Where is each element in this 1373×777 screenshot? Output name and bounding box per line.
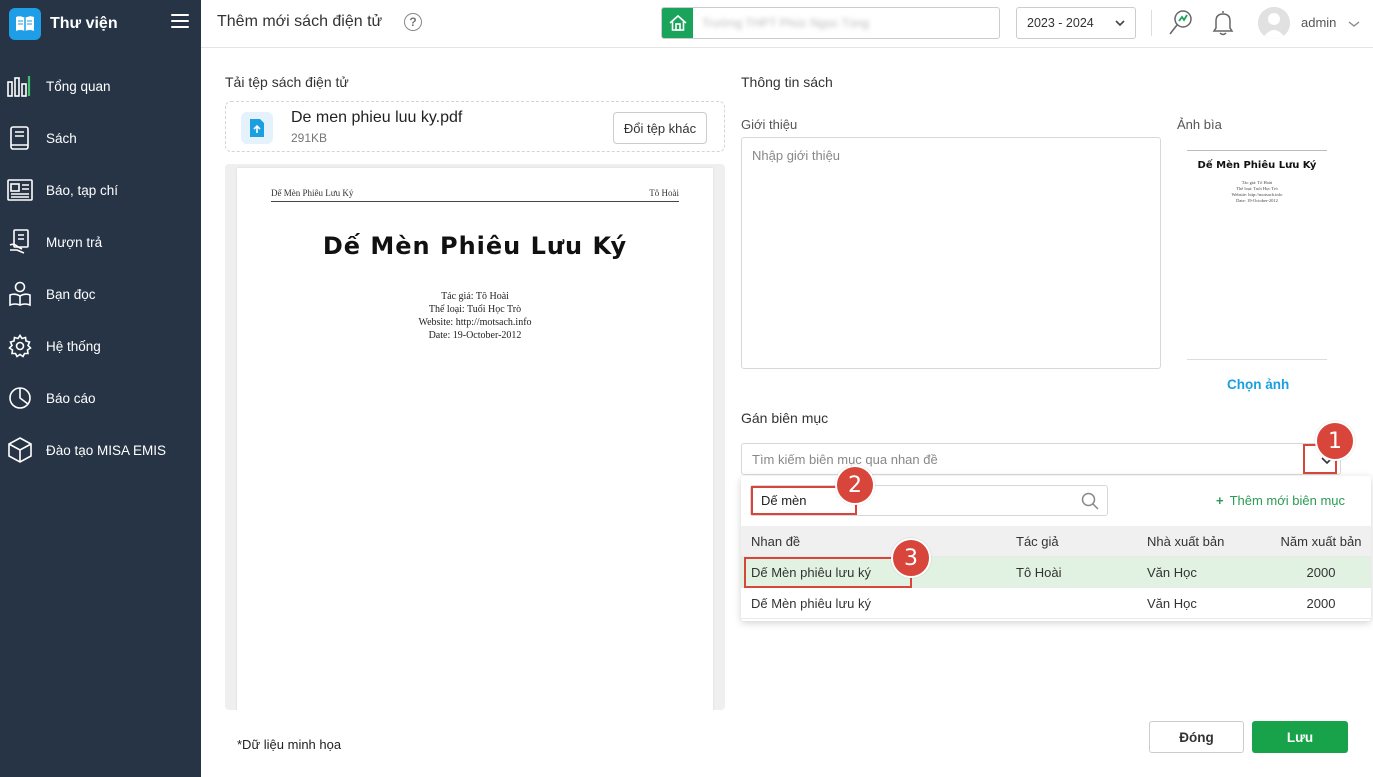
sidebar-item-reports[interactable]: Báo cáo: [0, 372, 201, 424]
top-header: Thêm mới sách điện tử ? Trường THPT Phúc…: [201, 0, 1373, 48]
borrow-icon: [7, 229, 33, 255]
pdf-running-author: Tô Hoài: [649, 188, 679, 198]
col-author: Tác giả: [1016, 534, 1059, 549]
help-icon[interactable]: ?: [404, 13, 422, 31]
uploaded-file-card: De men phieu luu ky.pdf 291KB Đổi tệp kh…: [225, 101, 725, 152]
school-home-icon: [662, 8, 693, 38]
illustration-note: *Dữ liệu minh họa: [237, 737, 342, 752]
catalog-search-select[interactable]: Tìm kiếm biên mục qua nhan đề: [741, 443, 1341, 475]
file-name: De men phieu luu ky.pdf: [291, 109, 463, 126]
annotation-badge-1: 1: [1315, 421, 1355, 461]
page-title: Thêm mới sách điện tử: [217, 13, 383, 30]
intro-label: Giới thiệu: [741, 117, 798, 132]
pdf-header-rule: [271, 201, 679, 202]
school-selector[interactable]: Trường THPT Phúc Ngọc Tùng: [661, 7, 1000, 39]
pdf-running-title: Dế Mèn Phiêu Lưu Ký: [271, 188, 354, 198]
school-name: Trường THPT Phúc Ngọc Tùng: [702, 16, 869, 30]
cover-label: Ảnh bìa: [1177, 117, 1222, 132]
plus-icon: +: [1216, 493, 1224, 508]
avatar[interactable]: [1258, 7, 1290, 39]
reader-icon: [7, 281, 33, 307]
sidebar-item-training[interactable]: Đào tạo MISA EMIS: [0, 424, 201, 476]
choose-image-link[interactable]: Chọn ảnh: [1227, 377, 1289, 392]
catalog-section-title: Gán biên mục: [741, 410, 829, 426]
sidebar-item-magazines[interactable]: Báo, tạp chí: [0, 164, 201, 216]
annotation-badge-2: 2: [835, 465, 875, 505]
user-name[interactable]: admin: [1301, 15, 1336, 30]
library-logo-icon: [9, 8, 41, 40]
chevron-down-icon: [1114, 17, 1126, 32]
close-button[interactable]: Đóng: [1149, 721, 1244, 753]
save-button[interactable]: Lưu: [1252, 721, 1348, 753]
annotation-badge-3: 3: [891, 538, 931, 578]
table-header: Nhan đề Tác giả Nhà xuất bản Năm xuất bả…: [741, 526, 1371, 557]
sidebar-item-books[interactable]: Sách: [0, 112, 201, 164]
cover-title: Dế Mèn Phiêu Lưu Ký: [1197, 160, 1317, 171]
gear-icon: [7, 333, 33, 359]
chevron-down-icon[interactable]: [1348, 17, 1360, 32]
quick-search-icon[interactable]: [1168, 9, 1194, 40]
pdf-preview[interactable]: Dế Mèn Phiêu Lưu Ký Tô Hoài Dế Mèn Phiêu…: [225, 164, 725, 710]
add-catalog-button[interactable]: + Thêm mới biên mục: [1216, 493, 1345, 508]
pdf-page: Dế Mèn Phiêu Lưu Ký Tô Hoài Dế Mèn Phiêu…: [237, 168, 713, 710]
file-upload-icon: [241, 112, 273, 144]
sidebar-item-system[interactable]: Hệ thống: [0, 320, 201, 372]
search-icon[interactable]: [1081, 492, 1099, 513]
bell-icon[interactable]: [1211, 9, 1235, 40]
table-row[interactable]: Dế Mèn phiêu lưu ký Văn Học 2000: [741, 588, 1371, 619]
pie-chart-icon: [7, 385, 33, 411]
school-year-value: 2023 - 2024: [1027, 16, 1094, 30]
sidebar-item-borrow[interactable]: Mượn trả: [0, 216, 201, 268]
change-file-button[interactable]: Đổi tệp khác: [613, 112, 707, 144]
bar-chart-icon: [7, 73, 33, 99]
pdf-book-meta: Tác giả: Tô Hoài Thể loại: Tuổi Học Trò …: [418, 291, 532, 341]
newspaper-icon: [7, 177, 33, 203]
sidebar-item-overview[interactable]: Tổng quan: [0, 60, 201, 112]
cover-meta: Tác giả: Tô Hoài Thể loại: Tuổi Học Trò …: [1231, 180, 1283, 203]
upload-section-title: Tải tệp sách điện tử: [225, 74, 349, 90]
cover-image: Dế Mèn Phiêu Lưu Ký Tác giả: Tô Hoài Thể…: [1181, 144, 1333, 366]
sidebar-nav: Tổng quan Sách Báo, tạp chí Mượn trả Bạn…: [0, 60, 201, 476]
sidebar-item-readers[interactable]: Bạn đọc: [0, 268, 201, 320]
book-icon: [7, 125, 33, 151]
sidebar: Thư viện Tổng quan Sách Báo, tạp chí Mượ…: [0, 0, 201, 777]
file-size: 291KB: [291, 131, 328, 145]
annotation-box-3: [744, 557, 912, 588]
intro-textarea[interactable]: Nhập giới thiệu: [741, 137, 1161, 369]
col-year: Năm xuất bản: [1280, 534, 1362, 549]
pdf-book-title: Dế Mèn Phiêu Lưu Ký: [322, 232, 628, 260]
menu-toggle-icon[interactable]: [171, 12, 189, 30]
app-title: Thư viện: [50, 15, 118, 32]
main-content: Tải tệp sách điện tử De men phieu luu ky…: [201, 48, 1373, 777]
school-year-select[interactable]: 2023 - 2024: [1016, 7, 1136, 39]
cube-icon: [7, 437, 33, 463]
header-divider: [1151, 10, 1152, 36]
col-publisher: Nhà xuất bản: [1147, 534, 1225, 549]
book-info-section-title: Thông tin sách: [741, 74, 833, 90]
col-title: Nhan đề: [751, 534, 801, 549]
